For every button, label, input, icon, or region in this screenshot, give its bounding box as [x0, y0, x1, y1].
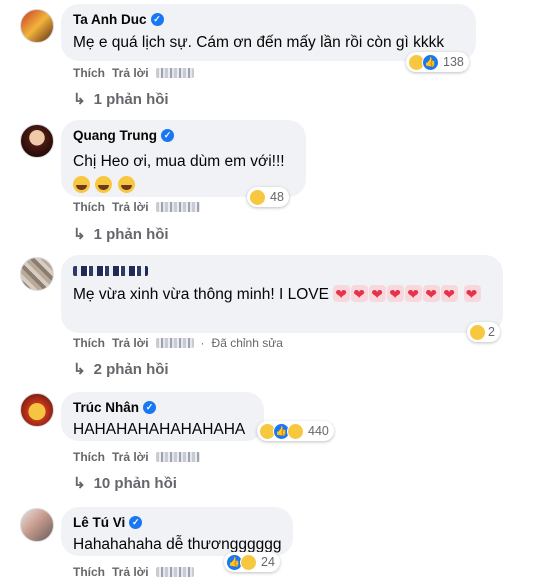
comment-actions: Thích Trả lời · Đã chỉnh sửa — [73, 335, 283, 351]
comment-bubble: Lê Tú Vi ✓ Hahahahaha dễ thươngggggg — [61, 507, 293, 556]
heart-emoji-icon — [387, 284, 405, 305]
reply-link[interactable]: Trả lời — [112, 565, 149, 579]
timestamp-redacted — [155, 202, 200, 212]
view-replies-link[interactable]: ↳ 10 phản hồi — [73, 474, 177, 493]
commenter-name-redacted — [73, 265, 148, 276]
sad-icon — [287, 422, 304, 440]
reaction-count: 440 — [308, 424, 329, 438]
comment-bubble: Mẹ vừa xinh vừa thông minh! I LOVE — [61, 255, 503, 333]
timestamp-redacted — [155, 68, 194, 78]
reply-link[interactable]: Trả lời — [112, 200, 149, 214]
avatar[interactable] — [20, 508, 54, 542]
verified-badge-icon: ✓ — [150, 13, 164, 26]
comment-actions: Thích Trả lời — [73, 449, 200, 465]
haha-icon — [469, 323, 486, 341]
reply-arrow-icon: ↳ — [73, 361, 86, 378]
heart-emoji-icon — [333, 284, 351, 305]
heart-emojis — [333, 284, 463, 305]
comment-text: Chị Heo ơi, mua dùm em với!!! — [73, 153, 285, 170]
heart-emoji-icon — [369, 284, 387, 305]
like-icon: 👍 — [422, 53, 439, 71]
reaction-summary[interactable]: 👍 138 — [406, 52, 469, 72]
timestamp-redacted — [155, 452, 200, 462]
heart-emoji-icon — [405, 284, 423, 305]
view-replies-link[interactable]: ↳ 1 phản hồi — [73, 225, 169, 244]
reaction-count: 24 — [261, 555, 275, 569]
timestamp-redacted — [155, 567, 194, 577]
laughing-emoji-icon — [95, 176, 113, 193]
comment-text: Mẹ vừa xinh vừa thông minh! I LOVE — [73, 284, 493, 305]
comment-actions: Thích Trả lời — [73, 564, 194, 580]
like-link[interactable]: Thích — [73, 200, 105, 214]
heart-emoji-icon — [423, 284, 441, 305]
reply-link[interactable]: Trả lời — [112, 336, 149, 350]
timestamp-redacted — [155, 338, 194, 348]
comment-text-body: Mẹ vừa xinh vừa thông minh! I LOVE — [73, 286, 329, 303]
view-replies-link[interactable]: ↳ 2 phản hồi — [73, 360, 169, 379]
replies-count: 1 phản hồi — [93, 225, 169, 243]
laughing-emoji-icon — [117, 176, 135, 193]
edited-label: Đã chỉnh sửa — [211, 336, 283, 350]
replies-count: 2 phản hồi — [93, 360, 169, 378]
avatar[interactable] — [20, 9, 54, 43]
reaction-summary[interactable]: 👍 24 — [224, 552, 280, 572]
comment-text: Mẹ e quá lịch sự. Cám ơn đến mấy lần rồi… — [73, 34, 445, 51]
reaction-count: 2 — [488, 325, 495, 339]
comment-actions: Thích Trả lời — [73, 199, 200, 215]
reaction-summary[interactable]: 2 — [467, 322, 500, 342]
reply-arrow-icon: ↳ — [73, 226, 86, 243]
comment-actions: Thích Trả lời — [73, 65, 194, 81]
commenter-name[interactable]: Trúc Nhân — [73, 400, 139, 415]
comment-text: HAHAHAHAHAHAHAHA — [73, 421, 246, 438]
like-link[interactable]: Thích — [73, 450, 105, 464]
replies-count: 1 phản hồi — [93, 90, 169, 108]
avatar[interactable] — [20, 257, 54, 291]
reaction-summary[interactable]: 48 — [247, 187, 289, 207]
commenter-name[interactable]: Quang Trung — [73, 128, 157, 143]
comment-bubble: Trúc Nhân ✓ HAHAHAHAHAHAHAHA — [61, 392, 264, 441]
comment-bubble: Quang Trung ✓ Chị Heo ơi, mua dùm em với… — [61, 120, 306, 197]
heart-emoji-icon — [351, 284, 369, 305]
separator-dot: · — [200, 336, 205, 350]
reaction-count: 138 — [443, 55, 464, 69]
reply-arrow-icon: ↳ — [73, 475, 86, 492]
heart-emoji-icon — [463, 284, 481, 305]
replies-count: 10 phản hồi — [93, 474, 177, 492]
commenter-name[interactable]: Lê Tú Vi — [73, 515, 125, 530]
like-link[interactable]: Thích — [73, 565, 105, 579]
avatar[interactable] — [20, 124, 54, 158]
like-link[interactable]: Thích — [73, 336, 105, 350]
reply-link[interactable]: Trả lời — [112, 66, 149, 80]
haha-icon — [240, 553, 257, 571]
laughing-emoji-icon — [73, 176, 90, 193]
avatar[interactable] — [20, 393, 54, 427]
verified-badge-icon: ✓ — [161, 129, 174, 142]
verified-badge-icon: ✓ — [143, 401, 157, 414]
commenter-name[interactable]: Ta Anh Duc — [73, 12, 147, 27]
haha-icon — [249, 188, 266, 206]
view-replies-link[interactable]: ↳ 1 phản hồi — [73, 90, 169, 109]
verified-badge-icon: ✓ — [129, 516, 143, 529]
reply-arrow-icon: ↳ — [73, 91, 86, 108]
reaction-count: 48 — [270, 190, 284, 204]
reply-link[interactable]: Trả lời — [112, 450, 149, 464]
heart-emoji-icon — [441, 284, 459, 305]
reaction-summary[interactable]: 👍 440 — [257, 421, 334, 441]
like-link[interactable]: Thích — [73, 66, 105, 80]
